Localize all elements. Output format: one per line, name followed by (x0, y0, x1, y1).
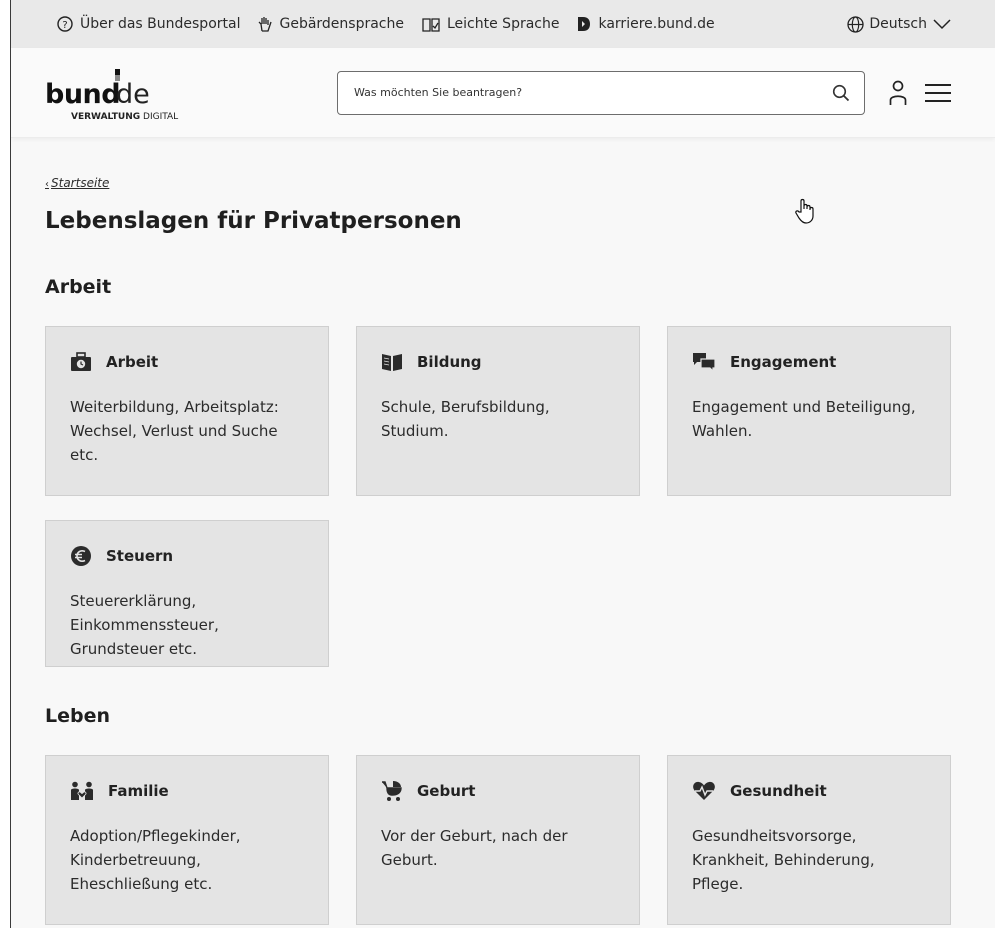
hand-sign-icon (259, 17, 273, 32)
language-label: Deutsch (869, 16, 927, 32)
career-link[interactable]: karriere.bund.de (577, 16, 715, 32)
chevron-down-icon (933, 19, 951, 30)
section-arbeit-grid: Arbeit Weiterbildung, Arbeitsplatz: Wech… (45, 326, 961, 691)
card-description: Schule, Berufsbildung, Studium. (381, 398, 550, 440)
user-account-icon[interactable] (889, 80, 907, 106)
search-box (337, 70, 865, 115)
question-circle-icon: ? (57, 16, 73, 32)
card-title: Gesundheit (730, 782, 827, 800)
card-description: Gesundheitsvorsorge, Krankheit, Behinder… (692, 827, 875, 893)
breadcrumb-home-link[interactable]: ‹ Startseite (45, 176, 109, 190)
family-icon (71, 781, 93, 800)
card-description: Engagement und Beteiligung, Wahlen. (692, 398, 916, 440)
site-header: bund de VERWALTUNG DIGITAL (11, 48, 995, 138)
section-title-leben: Leben (45, 705, 111, 727)
career-logo-icon (578, 17, 591, 31)
section-leben-grid: Familie Adoption/Pflegekinder, Kinderbet… (45, 755, 961, 928)
hamburger-menu-icon[interactable] (925, 83, 951, 103)
speech-bubbles-icon (693, 353, 716, 372)
card-title: Geburt (417, 782, 476, 800)
card-title: Familie (108, 782, 169, 800)
card-arbeit[interactable]: Arbeit Weiterbildung, Arbeitsplatz: Wech… (45, 326, 329, 496)
card-familie[interactable]: Familie Adoption/Pflegekinder, Kinderbet… (45, 755, 329, 925)
stroller-icon (382, 781, 402, 801)
search-input[interactable] (354, 86, 832, 99)
sign-language-link[interactable]: Gebärdensprache (258, 16, 404, 32)
language-selector[interactable]: Deutsch (847, 15, 951, 33)
browser-viewport: ? Über das Bundesportal Gebärdensprache … (10, 0, 995, 928)
card-title: Engagement (730, 353, 837, 371)
briefcase-clock-icon (71, 352, 91, 371)
meta-bar: ? Über das Bundesportal Gebärdensprache … (11, 0, 995, 48)
svg-text:?: ? (62, 20, 67, 31)
about-link-label: Über das Bundesportal (80, 16, 241, 32)
open-book-icon (422, 17, 440, 32)
page-title: Lebenslagen für Privatpersonen (45, 208, 462, 234)
card-title: Steuern (106, 547, 174, 565)
euro-coin-icon (71, 546, 91, 566)
easy-language-label: Leichte Sprache (447, 16, 560, 32)
sign-language-label: Gebärdensprache (279, 16, 404, 32)
card-description: Vor der Geburt, nach der Geburt. (381, 827, 568, 869)
about-link[interactable]: ? Über das Bundesportal (57, 16, 240, 32)
heart-pulse-icon (693, 781, 715, 800)
search-icon[interactable] (832, 84, 850, 102)
card-bildung[interactable]: Bildung Schule, Berufsbildung, Studium. (356, 326, 640, 496)
logo-de-text: de (116, 78, 150, 110)
card-title: Bildung (417, 353, 482, 371)
card-gesundheit[interactable]: Gesundheit Gesundheitsvorsorge, Krankhei… (667, 755, 951, 925)
easy-language-link[interactable]: Leichte Sprache (422, 16, 559, 32)
hand-cursor-icon (795, 198, 814, 224)
bund-de-logo[interactable]: bund de VERWALTUNG DIGITAL (45, 65, 195, 122)
logo-bund-text: bund (45, 78, 121, 110)
card-geburt[interactable]: Geburt Vor der Geburt, nach der Geburt. (356, 755, 640, 925)
card-description: Steuererklärung, Einkommenssteuer, Grund… (70, 592, 219, 658)
section-title-arbeit: Arbeit (45, 276, 112, 298)
book-icon (382, 354, 402, 371)
card-steuern[interactable]: Steuern Steuererklärung, Einkommenssteue… (45, 520, 329, 667)
logo-subtitle: VERWALTUNG DIGITAL (71, 111, 179, 122)
card-description: Weiterbildung, Arbeitsplatz: Wechsel, Ve… (70, 398, 279, 464)
card-description: Adoption/Pflegekinder, Kinderbetreuung, … (70, 827, 241, 893)
card-title: Arbeit (106, 353, 159, 371)
card-engagement[interactable]: Engagement Engagement und Beteiligung, W… (667, 326, 951, 496)
main-content: ‹ Startseite Lebenslagen für Privatperson… (11, 138, 995, 928)
globe-icon (847, 15, 865, 33)
career-label: karriere.bund.de (598, 16, 715, 32)
